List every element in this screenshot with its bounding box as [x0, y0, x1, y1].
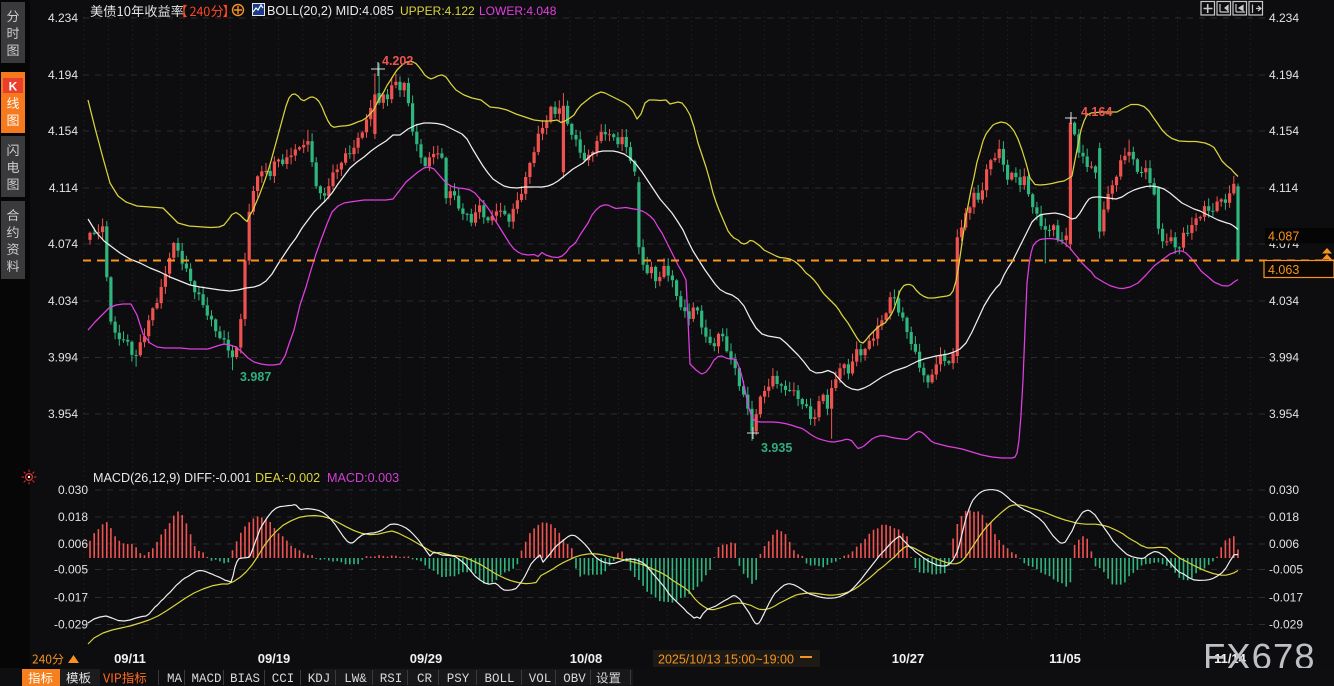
svg-text:-0.005: -0.005 [54, 563, 88, 577]
svg-text:4.034: 4.034 [48, 294, 78, 308]
svg-text:3.994: 3.994 [1269, 351, 1299, 365]
svg-text:4.114: 4.114 [49, 181, 78, 195]
svg-text:-0.029: -0.029 [54, 618, 88, 632]
svg-text:4.087: 4.087 [1268, 230, 1299, 244]
svg-text:4.202: 4.202 [382, 54, 413, 68]
svg-text:MACD: MACD [191, 672, 221, 686]
svg-text:4.034: 4.034 [1269, 294, 1299, 308]
svg-text:0.006: 0.006 [1269, 537, 1299, 551]
svg-text:-0.017: -0.017 [1269, 591, 1303, 605]
svg-text:CR: CR [417, 672, 433, 686]
svg-text:4.114: 4.114 [1269, 181, 1298, 195]
svg-text:09/11: 09/11 [114, 651, 146, 666]
svg-text:CCI: CCI [272, 672, 295, 686]
svg-text:3.954: 3.954 [48, 407, 78, 421]
svg-text:4.234: 4.234 [48, 11, 78, 25]
svg-text:3.994: 3.994 [48, 351, 78, 365]
svg-text:LOWER:4.048: LOWER:4.048 [479, 4, 557, 18]
svg-text:-0.005: -0.005 [1269, 563, 1303, 577]
svg-text:3.987: 3.987 [240, 370, 271, 384]
svg-text:KDJ: KDJ [308, 672, 331, 686]
svg-text:0.006: 0.006 [58, 537, 88, 551]
svg-text:OBV: OBV [563, 672, 586, 686]
svg-text:10/27: 10/27 [892, 651, 925, 666]
svg-text:-0.029: -0.029 [1269, 618, 1303, 632]
svg-text:09/19: 09/19 [258, 651, 291, 666]
svg-text:0.030: 0.030 [58, 483, 88, 497]
svg-text:09/29: 09/29 [410, 651, 443, 666]
svg-text:0.018: 0.018 [58, 510, 88, 524]
svg-text:DEA:-0.002: DEA:-0.002 [255, 471, 320, 485]
svg-text:2025/10/13 15:00~19:00: 2025/10/13 15:00~19:00 [658, 653, 794, 667]
svg-text:0.018: 0.018 [1269, 510, 1299, 524]
svg-text:BOLL(20,2) MID:4.085: BOLL(20,2) MID:4.085 [267, 4, 394, 18]
svg-text:LW&: LW& [344, 672, 367, 686]
svg-text:4.154: 4.154 [48, 124, 78, 138]
svg-text:K: K [9, 80, 18, 94]
svg-text:4.164: 4.164 [1081, 105, 1112, 119]
svg-text:VOL: VOL [529, 672, 552, 686]
svg-text:4.194: 4.194 [48, 68, 78, 82]
svg-text:11/05: 11/05 [1049, 651, 1081, 666]
svg-text:PSY: PSY [447, 672, 470, 686]
svg-text:MA: MA [167, 672, 183, 686]
svg-text:RSI: RSI [380, 672, 403, 686]
svg-text:4.063: 4.063 [1268, 263, 1299, 277]
svg-text:0.030: 0.030 [1269, 483, 1299, 497]
svg-text:UPPER:4.122: UPPER:4.122 [400, 4, 475, 18]
svg-text:BIAS: BIAS [230, 672, 260, 686]
svg-text:-0.017: -0.017 [54, 591, 88, 605]
svg-text:4.074: 4.074 [48, 237, 78, 251]
svg-text:4.234: 4.234 [1269, 11, 1299, 25]
svg-text:4.154: 4.154 [1269, 124, 1299, 138]
svg-text:10/08: 10/08 [570, 651, 603, 666]
svg-text:4.194: 4.194 [1269, 68, 1299, 82]
svg-text:MACD:0.003: MACD:0.003 [327, 471, 399, 485]
svg-text:BOLL: BOLL [484, 672, 514, 686]
svg-text:MACD(26,12,9) DIFF:-0.001: MACD(26,12,9) DIFF:-0.001 [93, 471, 251, 485]
svg-text:3.935: 3.935 [761, 441, 792, 455]
svg-text:3.954: 3.954 [1269, 407, 1299, 421]
